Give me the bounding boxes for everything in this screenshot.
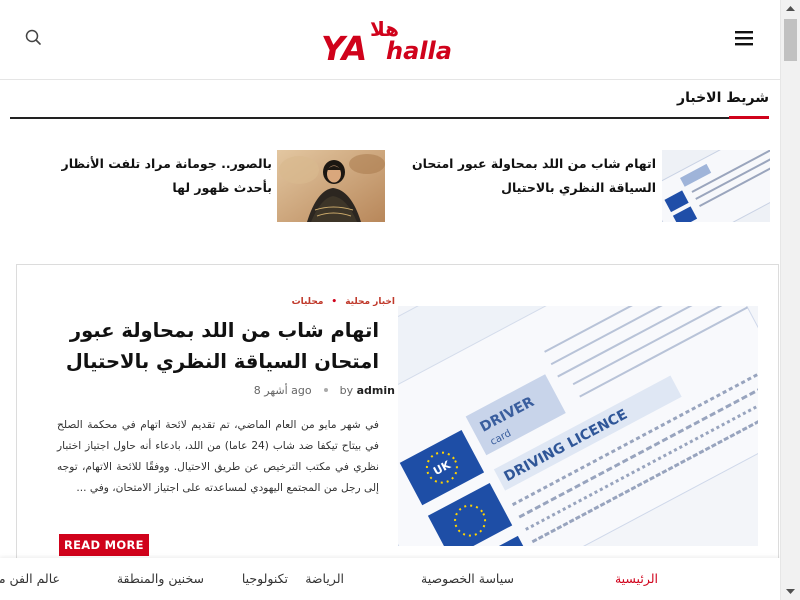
- scroll-down-button[interactable]: [781, 583, 800, 600]
- author-link[interactable]: admin: [357, 384, 395, 397]
- ticker-accent-bar: [729, 116, 769, 119]
- scrollbar-thumb[interactable]: [784, 19, 797, 61]
- meta-separator: [323, 388, 328, 392]
- search-button[interactable]: [24, 28, 44, 48]
- news-ticker-title: شريط الاخبار: [677, 90, 769, 106]
- site-header: هلا YA halla: [0, 0, 780, 80]
- article-image[interactable]: UK DRIVER card DRIVING LICENCE: [398, 306, 758, 546]
- bottom-nav-item[interactable]: الرياضة: [305, 558, 344, 600]
- bottom-nav-item[interactable]: سخنين والمنطقة: [117, 558, 204, 600]
- ticker-item[interactable]: بالصور.. جومانة مراد تلفت الأنظار بأحدث …: [40, 150, 385, 222]
- logo-ya: YA: [321, 29, 367, 68]
- article-categories: اخبار محلية • محليات: [292, 297, 395, 307]
- menu-button[interactable]: [733, 29, 755, 47]
- logo-halla: halla: [386, 37, 452, 65]
- woman-photo-thumbnail-image: [277, 150, 385, 222]
- article-time: 8 أشهر ago: [253, 384, 312, 397]
- bottom-navigation: الرئيسية سياسة الخصوصية الرياضة تكنولوجيا سخ…: [0, 558, 780, 600]
- driving-licence-image: UK DRIVER card DRIVING LICENCE: [398, 306, 758, 546]
- ticker-divider: [10, 117, 769, 119]
- featured-article-card: UK DRIVER card DRIVING LICENCE اخبار محل…: [16, 264, 779, 564]
- hamburger-menu-icon: [735, 31, 753, 46]
- article-meta: 8 أشهر ago by admin: [254, 384, 395, 397]
- ticker-item[interactable]: اتهام شاب من اللد بمحاولة عبور امتحان ال…: [400, 150, 770, 222]
- bottom-nav-item[interactable]: عالم الفن محليات: [0, 558, 60, 600]
- site-logo[interactable]: هلا YA halla: [318, 14, 464, 72]
- category-separator: •: [331, 297, 338, 307]
- vertical-scrollbar[interactable]: [780, 0, 800, 600]
- ticker-item-title[interactable]: بالصور.. جومانة مراد تلفت الأنظار بأحدث …: [40, 152, 272, 200]
- author-prefix: by: [339, 384, 354, 397]
- driving-licence-thumbnail-image: [662, 150, 770, 222]
- article-excerpt: في شهر مايو من العام الماضي، تم تقديم لا…: [57, 419, 379, 494]
- category-link[interactable]: محليات: [292, 297, 324, 307]
- ticker-thumbnail[interactable]: [662, 150, 770, 222]
- category-link[interactable]: اخبار محلية: [345, 297, 395, 307]
- scroll-down-arrow-icon: [786, 589, 795, 594]
- bottom-nav-item[interactable]: تكنولوجيا: [242, 558, 288, 600]
- ticker-item-title[interactable]: اتهام شاب من اللد بمحاولة عبور امتحان ال…: [400, 152, 656, 200]
- read-more-button[interactable]: READ MORE: [59, 534, 149, 556]
- ticker-thumbnail[interactable]: [277, 150, 385, 222]
- bottom-nav-item[interactable]: الرئيسية: [615, 558, 658, 600]
- scroll-up-button[interactable]: [781, 0, 800, 17]
- article-title[interactable]: اتهام شاب من اللد بمحاولة عبور امتحان ال…: [53, 315, 379, 377]
- search-icon: [25, 29, 41, 45]
- bottom-nav-item[interactable]: سياسة الخصوصية: [421, 558, 514, 600]
- scroll-up-arrow-icon: [786, 6, 795, 11]
